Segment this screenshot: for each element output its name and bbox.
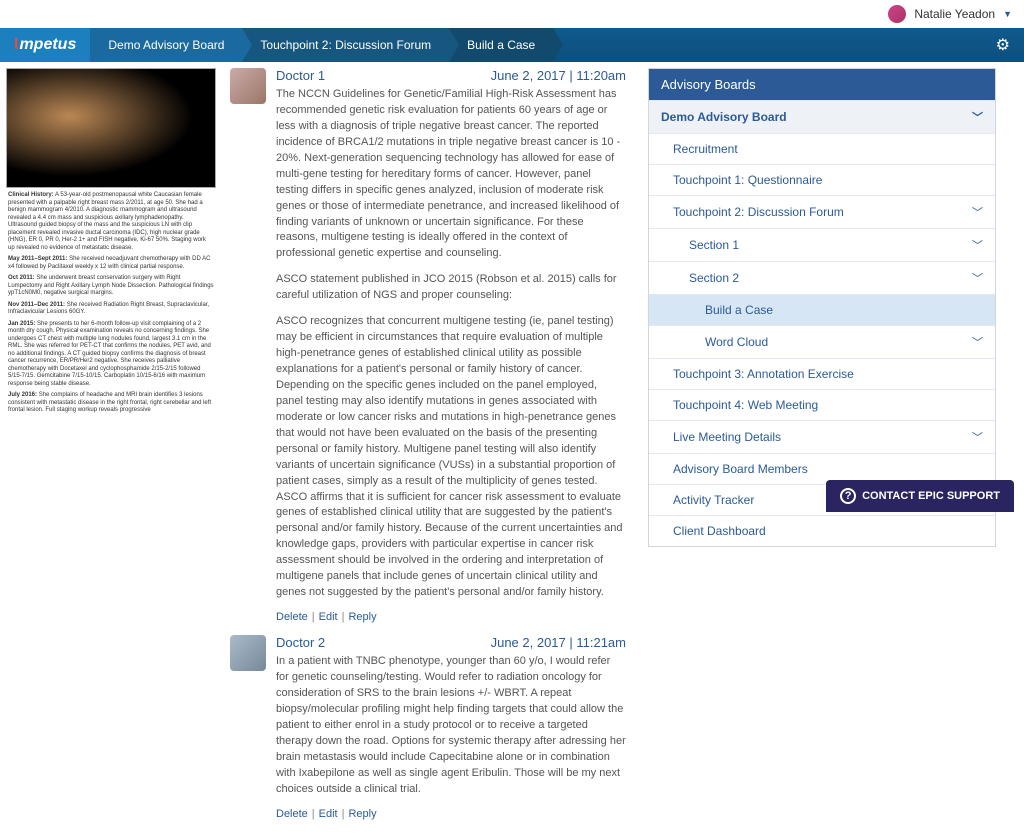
nav-item-label: Build a Case xyxy=(705,303,773,317)
advisory-nav-panel: Advisory Boards Demo Advisory Board ﹀ Recr… xyxy=(648,68,996,547)
post-para: The NCCN Guidelines for Genetic/Familial… xyxy=(276,87,626,262)
user-name[interactable]: Natalie Yeadon xyxy=(914,7,995,21)
clinical-history-text: Clinical History: A 53-year-old postmeno… xyxy=(6,188,216,423)
chevron-down-icon: ﹀ xyxy=(972,109,983,125)
nav-item[interactable]: Touchpoint 3: Annotation Exercise xyxy=(649,358,995,389)
nav-item-label: Demo Advisory Board xyxy=(661,110,787,124)
clinical-sidebar: Clinical History: A 53-year-old postmeno… xyxy=(0,62,222,838)
nav-panel-col: Advisory Boards Demo Advisory Board ﹀ Recr… xyxy=(634,62,1004,838)
label-oct2011: Oct 2011: xyxy=(8,275,35,281)
nav-item[interactable]: Build a Case xyxy=(649,294,995,325)
label-history: Clinical History: xyxy=(8,192,54,198)
nav-item[interactable]: Section 2 ﹀ xyxy=(649,261,995,294)
post-content: The NCCN Guidelines for Genetic/Familial… xyxy=(276,87,626,601)
post-para: In a patient with TNBC phenotype, younge… xyxy=(276,654,626,797)
brand-text: mpetus xyxy=(19,36,76,54)
crumb-touchpoint[interactable]: Touchpoint 2: Discussion Forum xyxy=(242,28,449,62)
reply-link[interactable]: Reply xyxy=(348,808,376,820)
post-avatar[interactable] xyxy=(230,68,266,104)
nav-item-label: Touchpoint 3: Annotation Exercise xyxy=(673,367,854,381)
post-author[interactable]: Doctor 1 xyxy=(276,68,325,83)
delete-link[interactable]: Delete xyxy=(276,611,308,623)
help-icon: ? xyxy=(840,488,856,504)
brand-logo[interactable]: Impetus xyxy=(0,28,90,62)
post-timestamp: June 2, 2017 | 11:20am xyxy=(491,68,626,83)
breadcrumb: Demo Advisory Board Touchpoint 2: Discus… xyxy=(90,28,553,62)
nav-item[interactable]: Touchpoint 2: Discussion Forum ﹀ xyxy=(649,195,995,228)
nav-item-label: Activity Tracker xyxy=(673,493,754,507)
discussion-thread: Doctor 1 June 2, 2017 | 11:20am The NCCN… xyxy=(222,62,634,838)
panel-header: Advisory Boards xyxy=(649,69,995,100)
post-avatar[interactable] xyxy=(230,635,266,671)
nav-item-label: Advisory Board Members xyxy=(673,462,808,476)
chevron-down-icon: ﹀ xyxy=(972,334,983,350)
chevron-down-icon: ﹀ xyxy=(972,429,983,445)
main-nav: Impetus Demo Advisory Board Touchpoint 2… xyxy=(0,28,1024,62)
chevron-down-icon: ﹀ xyxy=(972,270,983,286)
text-july2016: She complains of headache and MRI brain … xyxy=(8,392,211,413)
nav-item-label: Touchpoint 2: Discussion Forum xyxy=(673,205,844,219)
support-button[interactable]: ? CONTACT EPIC SUPPORT xyxy=(826,480,1014,512)
nav-item[interactable]: Client Dashboard xyxy=(649,515,995,546)
crumb-board[interactable]: Demo Advisory Board xyxy=(90,28,242,62)
chevron-down-icon: ﹀ xyxy=(972,237,983,253)
post-actions: Delete|Edit|Reply xyxy=(276,808,626,820)
support-label: CONTACT EPIC SUPPORT xyxy=(862,490,1000,502)
label-july2016: July 2016: xyxy=(8,392,37,398)
nav-item[interactable]: Recruitment xyxy=(649,133,995,164)
post: Doctor 1 June 2, 2017 | 11:20am The NCCN… xyxy=(230,68,626,623)
nav-item-label: Live Meeting Details xyxy=(673,430,781,444)
nav-item-label: Touchpoint 4: Web Meeting xyxy=(673,398,818,412)
text-history: A 53-year-old postmenopausal white Cauca… xyxy=(8,192,206,251)
delete-link[interactable]: Delete xyxy=(276,808,308,820)
user-menu-chevron-icon[interactable]: ▼ xyxy=(1003,9,1012,19)
nav-item[interactable]: Demo Advisory Board ﹀ xyxy=(649,100,995,133)
crumb-page[interactable]: Build a Case xyxy=(449,28,553,62)
post-timestamp: June 2, 2017 | 11:21am xyxy=(491,635,626,650)
user-bar: Natalie Yeadon ▼ xyxy=(0,0,1024,28)
label-jan2015: Jan 2015: xyxy=(8,321,35,327)
post-author[interactable]: Doctor 2 xyxy=(276,635,325,650)
post-para: ASCO recognizes that concurrent multigen… xyxy=(276,314,626,601)
label-may2011: May 2011–Sept 2011: xyxy=(8,256,67,262)
nav-item[interactable]: Section 1 ﹀ xyxy=(649,228,995,261)
nav-item-label: Section 2 xyxy=(689,271,739,285)
reply-link[interactable]: Reply xyxy=(348,611,376,623)
text-oct2011: She underwent breast conservation surger… xyxy=(8,275,214,296)
edit-link[interactable]: Edit xyxy=(319,611,338,623)
nav-item[interactable]: Live Meeting Details ﹀ xyxy=(649,420,995,453)
chevron-down-icon: ﹀ xyxy=(972,204,983,220)
gear-icon[interactable]: ⚙ xyxy=(996,35,1024,55)
pet-scan-image xyxy=(6,68,216,188)
edit-link[interactable]: Edit xyxy=(319,808,338,820)
post-para: ASCO statement published in JCO 2015 (Ro… xyxy=(276,272,626,304)
nav-item-label: Recruitment xyxy=(673,142,738,156)
nav-item-label: Section 1 xyxy=(689,238,739,252)
nav-item-label: Client Dashboard xyxy=(673,524,766,538)
label-nov2011: Nov 2011–Dec 2011: xyxy=(8,302,65,308)
nav-item[interactable]: Word Cloud ﹀ xyxy=(649,325,995,358)
post-content: In a patient with TNBC phenotype, younge… xyxy=(276,654,626,797)
nav-item-label: Word Cloud xyxy=(705,335,768,349)
nav-item-label: Touchpoint 1: Questionnaire xyxy=(673,173,822,187)
post-actions: Delete|Edit|Reply xyxy=(276,611,626,623)
text-jan2015: She presents to her 6-month follow-up vi… xyxy=(8,321,211,387)
post: Doctor 2 June 2, 2017 | 11:21am In a pat… xyxy=(230,635,626,819)
avatar[interactable] xyxy=(888,5,906,23)
nav-item[interactable]: Touchpoint 4: Web Meeting xyxy=(649,389,995,420)
nav-item[interactable]: Touchpoint 1: Questionnaire xyxy=(649,164,995,195)
